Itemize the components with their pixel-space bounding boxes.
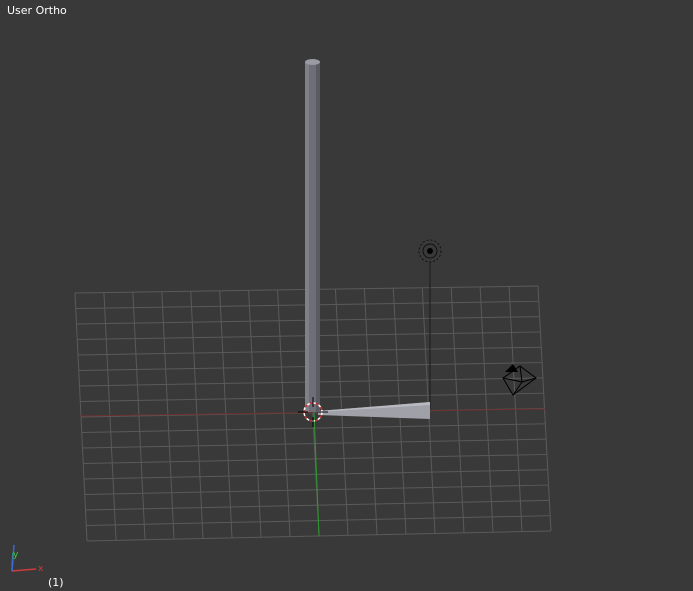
- 3d-viewport[interactable]: x y User Ortho (1): [0, 0, 693, 591]
- axis-y-label: y: [13, 550, 19, 560]
- wedge-object[interactable]: [318, 402, 430, 419]
- view-name-label: User Ortho: [7, 4, 67, 17]
- viewport-canvas[interactable]: x y: [0, 0, 693, 591]
- cylinder-object[interactable]: [305, 59, 320, 412]
- camera-icon[interactable]: [502, 364, 537, 396]
- axis-x-label: x: [38, 564, 44, 574]
- frame-indicator: (1): [48, 576, 64, 589]
- axes-orientation-widget: x y: [11, 544, 44, 574]
- lamp-icon[interactable]: [418, 239, 442, 263]
